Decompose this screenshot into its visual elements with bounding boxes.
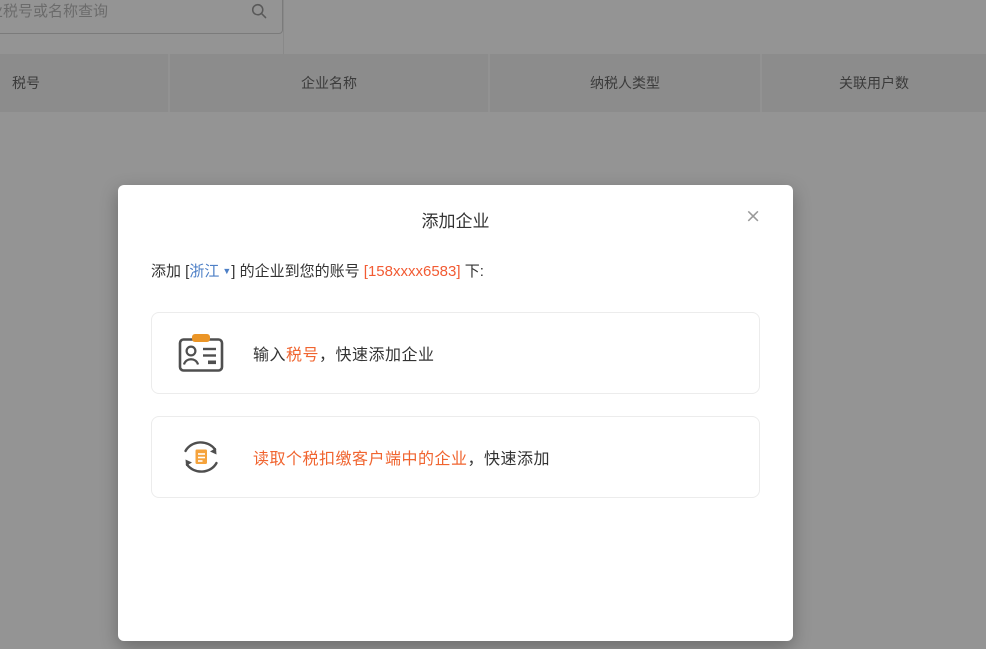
app-viewport: 税号 企业名称 纳税人类型 关联用户数 添加企业 × 添加 [浙江▼] 的企业到… [0, 0, 986, 649]
dialog-title: 添加企业 [421, 212, 490, 231]
option2-text-highlight: 读取个税扣缴客户端中的企业 [253, 451, 468, 468]
subtitle-text-middle: ] 的企业到您的账号 [231, 263, 364, 280]
subtitle-text-suffix: 下: [460, 263, 484, 280]
close-icon[interactable]: × [745, 207, 761, 226]
subtitle-text-prefix: 添加 [ [151, 263, 190, 280]
option-label: 输入税号，快速添加企业 [253, 341, 435, 365]
account-number: [158xxxx6583] [363, 263, 461, 280]
sync-icon [175, 433, 227, 481]
option1-text-highlight: 税号 [286, 347, 320, 364]
dialog-subtitle: 添加 [浙江 ▼] 的企业到您的账号 [158xxxx6583] 下: [118, 260, 793, 281]
chevron-down-icon[interactable]: ▼ [222, 266, 231, 276]
id-card-icon [175, 329, 227, 377]
option-enter-tax-id[interactable]: 输入税号，快速添加企业 [151, 312, 760, 394]
option-label: 读取个税扣缴客户端中的企业，快速添加 [253, 445, 550, 469]
add-options: 输入税号，快速添加企业 读取个税扣缴客户端中的企业，快速添加 [118, 312, 793, 498]
option1-text-prefix: 输入 [253, 347, 287, 364]
option-read-tax-client[interactable]: 读取个税扣缴客户端中的企业，快速添加 [151, 416, 760, 498]
region-dropdown[interactable]: 浙江 [189, 263, 219, 280]
add-enterprise-dialog: 添加企业 × 添加 [浙江 ▼] 的企业到您的账号 [158xxxx6583] 下… [118, 185, 793, 641]
option2-text-suffix: ，快速添加 [467, 451, 551, 468]
option1-text-suffix: ，快速添加企业 [319, 347, 435, 364]
